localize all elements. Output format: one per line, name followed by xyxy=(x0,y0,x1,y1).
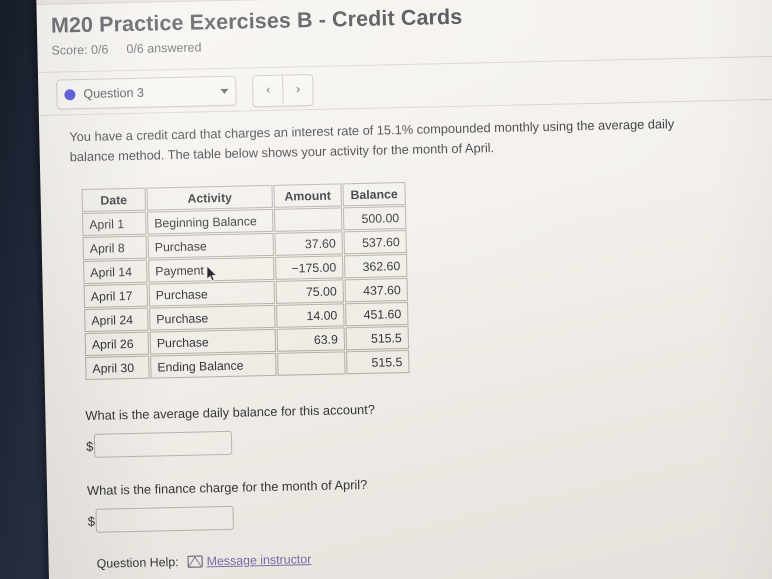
question-select[interactable]: Question 3 xyxy=(56,75,237,110)
cell-date: April 26 xyxy=(84,331,150,357)
prev-question-button[interactable]: ‹ xyxy=(253,75,284,105)
question-help-label: Question Help: xyxy=(96,555,179,571)
next-question-button[interactable]: › xyxy=(282,74,314,104)
column-header-activity: Activity xyxy=(146,184,273,211)
cell-activity: Purchase xyxy=(149,328,277,355)
cell-balance: 500.00 xyxy=(342,205,407,231)
dollar-prefix: $ xyxy=(87,513,96,529)
finance-charge-input[interactable] xyxy=(95,505,235,533)
score-bar: Score: 0/6 0/6 answered xyxy=(51,40,201,57)
question-pager: ‹ › xyxy=(252,73,315,108)
cell-date: April 14 xyxy=(83,259,148,285)
chevron-down-icon xyxy=(220,88,229,94)
cell-activity: Purchase xyxy=(148,280,276,307)
cell-balance: 451.60 xyxy=(345,301,409,327)
cell-date: April 8 xyxy=(82,235,148,261)
cell-activity: Purchase xyxy=(147,232,274,259)
cell-amount: 63.9 xyxy=(276,327,346,352)
cell-date: April 17 xyxy=(83,283,149,309)
divider-top xyxy=(37,55,772,73)
cell-balance: 537.60 xyxy=(343,229,407,255)
browser-tab-icon[interactable] xyxy=(42,0,61,1)
cell-activity: Purchase xyxy=(149,304,276,331)
cell-amount: 14.00 xyxy=(276,303,345,328)
cell-balance: 362.60 xyxy=(343,253,408,279)
message-instructor-link[interactable]: Message instructor xyxy=(206,552,311,568)
dollar-prefix: $ xyxy=(85,438,94,454)
question-help-row: Question Help: Message instructor xyxy=(97,552,312,571)
cell-amount: 37.60 xyxy=(274,231,343,256)
cell-date: April 24 xyxy=(84,307,149,333)
cell-amount: 75.00 xyxy=(275,279,345,304)
cell-date: April 30 xyxy=(85,355,150,381)
cell-balance: 515.5 xyxy=(346,349,410,375)
question-nav-row: Question 3 ‹ › xyxy=(56,73,315,110)
question-prompt: You have a credit card that charges an i… xyxy=(69,116,675,165)
answer-block-average-daily-balance: What is the average daily balance for th… xyxy=(85,399,506,458)
browser-toolbar xyxy=(36,0,772,5)
column-header-balance: Balance xyxy=(342,181,406,207)
cell-activity: Payment xyxy=(148,256,275,283)
cell-amount xyxy=(273,207,343,232)
cell-activity: Beginning Balance xyxy=(146,208,274,235)
column-header-date: Date xyxy=(81,187,146,213)
page-title: M20 Practice Exercises B - Credit Cards xyxy=(50,4,463,38)
cell-date: April 1 xyxy=(82,211,147,237)
photographed-screen: M20 Practice Exercises B - Credit Cards … xyxy=(0,0,772,579)
question-select-label: Question 3 xyxy=(83,85,145,101)
account-activity-table: Date Activity Amount Balance April 1 Beg… xyxy=(80,181,410,381)
answer-block-finance-charge: What is the finance charge for the month… xyxy=(87,474,508,533)
cell-balance: 515.5 xyxy=(345,325,410,351)
question-status-dot xyxy=(64,88,76,100)
column-header-amount: Amount xyxy=(273,183,342,208)
cell-balance: 437.60 xyxy=(344,277,409,303)
cell-amount: −175.00 xyxy=(275,255,344,280)
answered-label: 0/6 answered xyxy=(126,40,202,57)
answer-question-text: What is the average daily balance for th… xyxy=(85,401,376,424)
envelope-icon xyxy=(187,555,203,568)
cell-amount xyxy=(277,351,346,376)
browser-window: M20 Practice Exercises B - Credit Cards … xyxy=(36,0,772,579)
cell-activity: Ending Balance xyxy=(150,352,277,379)
score-label: Score: 0/6 xyxy=(51,42,109,58)
answer-question-text: What is the finance charge for the month… xyxy=(86,476,368,499)
average-daily-balance-input[interactable] xyxy=(94,430,233,458)
